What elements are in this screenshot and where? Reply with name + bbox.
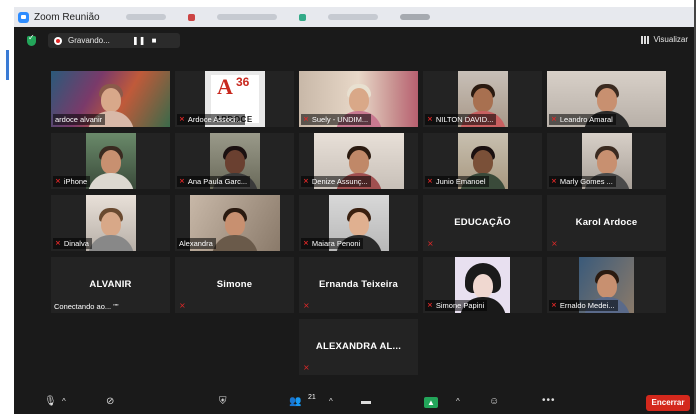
- mic-muted-icon: ⨯: [551, 178, 557, 185]
- participant-tile[interactable]: ⨯ Marly Gomes ...: [547, 133, 666, 189]
- participant-tile[interactable]: Alexandra: [175, 195, 294, 251]
- participant-name: ⨯ Marly Gomes ...: [549, 176, 616, 187]
- mic-muted-icon: ⨯: [303, 116, 309, 123]
- participant-tile[interactable]: ardoce alvanir: [51, 71, 170, 127]
- participant-tile[interactable]: Simone ⨯: [175, 257, 294, 313]
- participant-name: ⨯ Suely - UNDIM...: [301, 114, 372, 125]
- window-left-accent: [6, 50, 9, 80]
- participant-tile[interactable]: ⨯ Simone Papini: [423, 257, 542, 313]
- chevron-up-icon[interactable]: ^: [329, 397, 333, 406]
- mic-muted-icon: ⨯: [551, 239, 558, 248]
- participant-tile[interactable]: ALEXANDRA AL... ⨯: [299, 319, 418, 375]
- security-shield-icon[interactable]: [27, 33, 36, 46]
- participant-name: ALVANIR: [89, 279, 132, 290]
- participant-tile[interactable]: A 36 ARDOCE ⨯Ardoce Associ...: [175, 71, 294, 127]
- reactions-icon[interactable]: ☺: [489, 396, 499, 407]
- mic-muted-icon: ⨯: [551, 302, 557, 309]
- window-title: Zoom Reunião: [34, 11, 100, 23]
- record-icon: [54, 36, 62, 45]
- recording-indicator: Gravando... ❚❚ ■: [48, 33, 180, 48]
- participant-name: ⨯ Simone Papini: [425, 300, 488, 311]
- chat-icon[interactable]: ▬: [361, 396, 371, 407]
- mic-muted-icon: ⨯: [427, 239, 434, 248]
- participant-tile[interactable]: EDUCAÇÃO ⨯: [423, 195, 542, 251]
- participant-tile[interactable]: ⨯ Junio Emanoel: [423, 133, 542, 189]
- participant-name: ⨯ iPhone: [53, 176, 91, 187]
- mic-muted-icon: ⨯: [303, 363, 310, 372]
- stop-recording-icon[interactable]: ■: [148, 36, 160, 45]
- mic-muted-icon: ⨯: [303, 301, 310, 310]
- mic-muted-icon: ⨯: [179, 116, 185, 123]
- background-taskbar-tabs: [125, 13, 430, 21]
- participant-tile[interactable]: ⨯ Ana Paula Garc...: [175, 133, 294, 189]
- mic-muted-icon: ⨯: [179, 301, 186, 310]
- view-button[interactable]: Visualizar: [641, 35, 688, 44]
- participant-name: ⨯ Ardoce Associ...: [177, 114, 245, 125]
- mic-muted-icon: ⨯: [551, 116, 557, 123]
- zoom-app-icon: [18, 11, 29, 23]
- security-icon[interactable]: ⛨: [219, 396, 227, 407]
- grid-view-icon: [641, 35, 650, 44]
- participant-name: ⨯ Maiara Penoni: [301, 238, 364, 249]
- participant-name: ⨯ Junio Emanoel: [425, 176, 489, 187]
- participant-name: Ernanda Teixeira: [318, 279, 399, 290]
- end-meeting-button[interactable]: Encerrar: [646, 395, 690, 411]
- participant-name: ALEXANDRA AL...: [315, 341, 402, 352]
- participant-tile[interactable]: ⨯ NILTON DAVID...: [423, 71, 542, 127]
- participant-tile[interactable]: ALVANIR Conectando ao... "": [51, 257, 170, 313]
- connection-status: Conectando ao... "": [54, 302, 119, 311]
- participant-name: ⨯ Leandro Amaral: [549, 114, 616, 125]
- window-left-edge: [0, 27, 14, 414]
- participant-tile[interactable]: ⨯ Leandro Amaral: [547, 71, 666, 127]
- participant-name: ⨯ Ana Paula Garc...: [177, 176, 251, 187]
- participant-tile[interactable]: ⨯ Maiara Penoni: [299, 195, 418, 251]
- participant-name: Alexandra: [177, 238, 216, 249]
- view-label: Visualizar: [653, 35, 688, 44]
- mic-muted-icon: ⨯: [427, 302, 433, 309]
- participant-name: Karol Ardoce: [575, 217, 638, 228]
- participant-name: ⨯ Dinalva: [53, 238, 92, 249]
- recording-label: Gravando...: [68, 36, 110, 45]
- participant-name: EDUCAÇÃO: [454, 217, 511, 228]
- participant-name: Simone: [216, 279, 253, 290]
- meeting-toolbar: 🎙 ^ ⊘ ⛨ 👥 21 ^ ▬ ▲ ^ ☺ ••• Encerrar: [14, 392, 694, 414]
- mic-muted-icon: ⨯: [303, 240, 309, 247]
- participant-tile[interactable]: Karol Ardoce ⨯: [547, 195, 666, 251]
- participant-tile[interactable]: ⨯ Dinalva: [51, 195, 170, 251]
- participant-name: ⨯ Ernaldo Medei...: [549, 300, 618, 311]
- participant-count: 21: [308, 394, 316, 401]
- window-titlebar: Zoom Reunião: [14, 7, 694, 28]
- microphone-icon[interactable]: 🎙: [44, 396, 57, 407]
- participant-tile[interactable]: ⨯ iPhone: [51, 133, 170, 189]
- chevron-up-icon[interactable]: ^: [62, 397, 66, 406]
- participant-tile[interactable]: ⨯ Denize Assunç...: [299, 133, 418, 189]
- mic-muted-icon: ⨯: [55, 240, 61, 247]
- zoom-meeting-window: Gravando... ❚❚ ■ Visualizar ardoce alvan…: [14, 27, 694, 414]
- participant-name: ⨯ NILTON DAVID...: [425, 114, 497, 125]
- more-icon[interactable]: •••: [542, 395, 556, 406]
- participant-tile[interactable]: Ernanda Teixeira ⨯: [299, 257, 418, 313]
- video-off-icon[interactable]: ⊘: [106, 396, 114, 407]
- chevron-up-icon[interactable]: ^: [456, 397, 460, 406]
- mic-muted-icon: ⨯: [55, 178, 61, 185]
- participant-name: ardoce alvanir: [53, 114, 106, 125]
- mic-muted-icon: ⨯: [179, 178, 185, 185]
- participants-icon[interactable]: 👥: [289, 396, 301, 407]
- share-screen-button[interactable]: ▲: [424, 397, 438, 408]
- participant-tile[interactable]: ⨯ Suely - UNDIM...: [299, 71, 418, 127]
- participant-tile[interactable]: ⨯ Ernaldo Medei...: [547, 257, 666, 313]
- mic-muted-icon: ⨯: [303, 178, 309, 185]
- mic-muted-icon: ⨯: [427, 178, 433, 185]
- meeting-topbar: Gravando... ❚❚ ■ Visualizar: [14, 27, 694, 53]
- mic-muted-icon: ⨯: [427, 116, 433, 123]
- pause-recording-icon[interactable]: ❚❚: [132, 36, 145, 45]
- participant-name: ⨯ Denize Assunç...: [301, 176, 371, 187]
